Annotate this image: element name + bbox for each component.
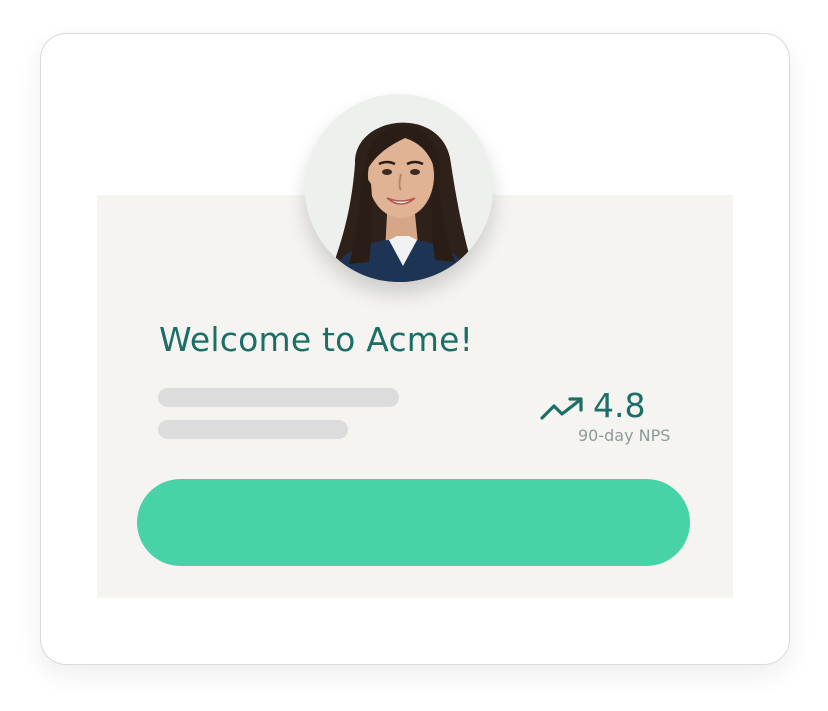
welcome-title: Welcome to Acme! xyxy=(159,320,474,359)
nps-value: 4.8 xyxy=(593,386,646,425)
avatar-photo xyxy=(305,94,493,282)
trending-up-icon xyxy=(540,397,583,420)
primary-action-button[interactable] xyxy=(137,479,690,566)
skeleton-line-1 xyxy=(158,388,399,407)
nps-stat: 4.8 90-day NPS xyxy=(540,384,700,450)
nps-label: 90-day NPS xyxy=(578,426,671,445)
skeleton-line-2 xyxy=(158,420,348,439)
avatar xyxy=(305,94,493,282)
